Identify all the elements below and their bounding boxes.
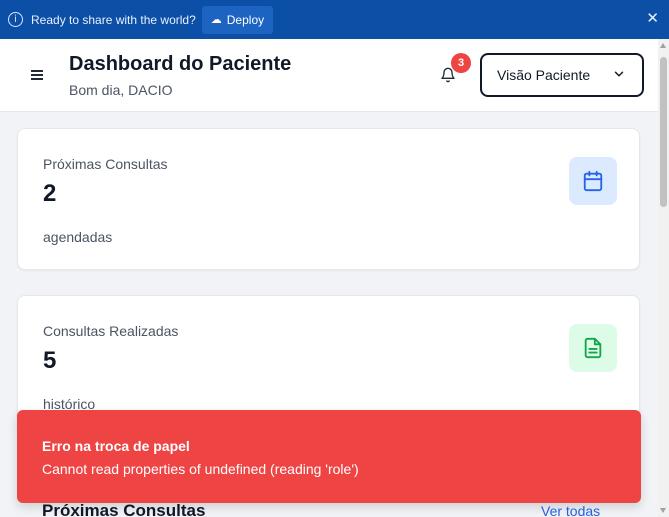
deploy-banner: i Ready to share with the world? ☁ Deplo… [0, 0, 669, 39]
page-title: Dashboard do Paciente [69, 53, 292, 75]
role-select[interactable]: Visão Paciente [480, 53, 644, 97]
scroll-up-icon[interactable] [660, 43, 666, 48]
toast-message: Cannot read properties of undefined (rea… [42, 461, 359, 477]
toast-title: Erro na troca de papel [42, 438, 190, 454]
see-all-link[interactable]: Ver todas [541, 503, 600, 517]
calendar-icon [569, 157, 617, 205]
greeting-text: Bom dia, DACIO [69, 82, 173, 98]
error-toast[interactable]: Erro na troca de papel Cannot read prope… [17, 410, 641, 503]
stat-card-upcoming: Próximas Consultas 2 agendadas [17, 128, 640, 270]
chevron-down-icon [614, 71, 624, 77]
stat-card-value: 2 [43, 180, 57, 207]
deploy-button[interactable]: ☁ Deploy [201, 5, 274, 34]
deploy-icon: ☁ [210, 13, 222, 26]
menu-icon[interactable] [31, 70, 43, 80]
scroll-down-icon[interactable] [660, 508, 666, 513]
document-icon [569, 324, 617, 372]
info-icon: i [8, 12, 23, 27]
close-icon[interactable]: ✕ [646, 11, 659, 26]
stat-card-value: 5 [43, 347, 57, 374]
app-header: Dashboard do Paciente Bom dia, DACIO 3 V… [0, 39, 658, 112]
deploy-label: Deploy [226, 12, 265, 27]
notification-badge: 3 [451, 53, 471, 73]
stat-card-subtext: agendadas [43, 229, 113, 245]
role-select-value: Visão Paciente [497, 67, 591, 83]
page-scrollbar[interactable] [658, 39, 669, 517]
scrollbar-thumb[interactable] [660, 57, 667, 207]
section-title: Próximas Consultas [42, 501, 206, 517]
stat-card-label: Próximas Consultas [43, 156, 168, 172]
stat-card-label: Consultas Realizadas [43, 323, 179, 339]
banner-message: Ready to share with the world? [31, 12, 196, 27]
